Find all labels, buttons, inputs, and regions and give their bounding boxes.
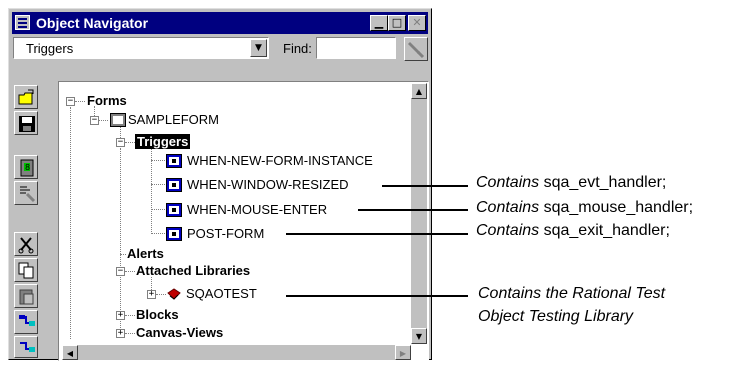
- trigger-icon: [166, 227, 182, 241]
- copy-icon: [18, 262, 34, 279]
- window-title: Object Navigator: [36, 15, 149, 31]
- tree-node-trigger[interactable]: WHEN-MOUSE-ENTER: [187, 202, 327, 217]
- chevron-down-icon[interactable]: ▼: [250, 39, 267, 57]
- tree-node-forms[interactable]: Forms: [87, 93, 127, 108]
- copy-button[interactable]: [14, 258, 38, 282]
- debug-icon: [20, 186, 36, 203]
- callout-evt-handler: Contains sqa_evt_handler;: [476, 174, 667, 191]
- run-button[interactable]: 8: [14, 155, 38, 179]
- tree-line: [75, 101, 85, 102]
- tree-node-trigger[interactable]: POST-FORM: [187, 226, 264, 241]
- cut-button[interactable]: [14, 232, 38, 256]
- callout-library-line2: Object Testing Library: [478, 308, 634, 325]
- vertical-scrollbar[interactable]: ▲ ▼: [411, 83, 427, 344]
- tree-node-trigger[interactable]: WHEN-WINDOW-RESIZED: [187, 177, 349, 192]
- delete-icon: [20, 342, 35, 352]
- tree-node-sqaotest[interactable]: SQAOTEST: [186, 286, 257, 301]
- callout-exit-handler: Contains sqa_exit_handler;: [476, 222, 670, 239]
- close-button[interactable]: ✕: [408, 15, 426, 31]
- expand-toggle-sqaotest[interactable]: +: [147, 290, 156, 299]
- callout-leader: [358, 209, 468, 211]
- tree-line: [151, 209, 165, 210]
- callout-leader: [382, 185, 468, 187]
- horizontal-scrollbar[interactable]: ◀ ▶: [62, 345, 411, 360]
- tree-line: [120, 148, 121, 334]
- open-button[interactable]: [14, 85, 38, 109]
- tree-node-sampleform[interactable]: SAMPLEFORM: [128, 112, 219, 127]
- find-input[interactable]: [316, 37, 396, 59]
- scroll-up-button[interactable]: ▲: [411, 83, 427, 99]
- search-flashlight-icon: [408, 42, 425, 59]
- debug-button[interactable]: [14, 181, 38, 205]
- tree-line: [125, 333, 135, 334]
- library-book-icon: [167, 287, 181, 301]
- tree-line: [151, 184, 165, 185]
- tree-line: [151, 233, 165, 234]
- tree-line: [120, 254, 126, 255]
- collapse-toggle-sampleform[interactable]: −: [90, 116, 99, 125]
- title-bar[interactable]: Object Navigator ▁ □ ✕: [12, 12, 428, 34]
- scroll-down-button[interactable]: ▼: [411, 328, 427, 344]
- navigator-app-icon[interactable]: [15, 15, 30, 30]
- tree-line: [70, 107, 71, 339]
- callout-leader: [286, 233, 468, 235]
- expand-toggle-blocks[interactable]: +: [116, 311, 125, 320]
- tree-line: [125, 315, 135, 316]
- run-icon: 8: [20, 159, 34, 177]
- svg-text:8: 8: [25, 163, 30, 172]
- collapse-toggle-attached-libraries[interactable]: −: [116, 267, 125, 276]
- tree-line: [125, 271, 135, 272]
- create-icon: [19, 315, 35, 326]
- find-label: Find:: [283, 41, 312, 56]
- paste-icon: [19, 289, 34, 305]
- callout-mouse-handler: Contains sqa_mouse_handler;: [476, 199, 694, 216]
- callout-leader: [286, 295, 468, 297]
- find-button[interactable]: [404, 37, 428, 61]
- trigger-icon: [166, 203, 182, 217]
- trigger-icon: [166, 154, 182, 168]
- tree-node-trigger[interactable]: WHEN-NEW-FORM-INSTANCE: [187, 153, 373, 168]
- save-disk-icon: [19, 116, 35, 132]
- tree-node-attached-libraries[interactable]: Attached Libraries: [136, 263, 250, 278]
- form-module-icon: [110, 113, 126, 127]
- collapse-toggle-triggers[interactable]: −: [116, 138, 125, 147]
- open-folder-icon: [18, 89, 34, 105]
- trigger-icon: [166, 178, 182, 192]
- save-button[interactable]: [14, 111, 38, 135]
- delete-button[interactable]: [14, 336, 38, 358]
- tree-line: [151, 160, 165, 161]
- scroll-right-button[interactable]: ▶: [395, 345, 411, 360]
- maximize-button[interactable]: □: [388, 15, 406, 31]
- paste-button[interactable]: [14, 284, 38, 308]
- cut-icon: [18, 237, 34, 254]
- scroll-left-button[interactable]: ◀: [62, 345, 78, 360]
- tree-line: [125, 142, 135, 143]
- create-button[interactable]: [14, 310, 38, 334]
- tree-node-triggers[interactable]: Triggers: [135, 134, 191, 149]
- expand-toggle-canvas-views[interactable]: +: [116, 329, 125, 338]
- dropdown-value: Triggers: [26, 41, 74, 56]
- callout-library-line1: Contains the Rational Test: [478, 285, 666, 302]
- tree-node-blocks[interactable]: Blocks: [136, 307, 179, 322]
- tree-node-alerts[interactable]: Alerts: [127, 246, 164, 261]
- object-type-dropdown[interactable]: Triggers ▼: [13, 37, 269, 59]
- tree-node-canvas-views[interactable]: Canvas-Views: [136, 325, 223, 340]
- collapse-toggle-forms[interactable]: −: [66, 97, 75, 106]
- minimize-button[interactable]: ▁: [370, 15, 388, 31]
- tree-line: [156, 294, 166, 295]
